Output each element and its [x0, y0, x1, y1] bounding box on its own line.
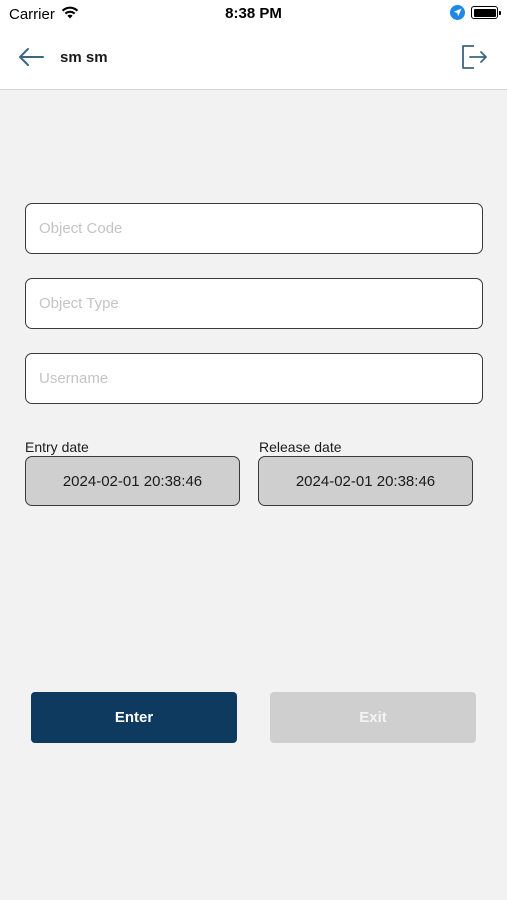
release-date-value: 2024-02-01 20:38:46 [295, 472, 436, 490]
nav-header: sm sm [0, 28, 507, 90]
logout-icon [460, 43, 488, 76]
battery-icon [471, 6, 501, 19]
status-bar: Carrier 8:38 PM [0, 0, 507, 28]
entry-date-value: 2024-02-01 20:38:46 [62, 472, 203, 490]
logout-button[interactable] [457, 42, 491, 76]
enter-button[interactable]: Enter [31, 692, 237, 743]
username-input[interactable] [25, 353, 483, 404]
exit-button[interactable]: Exit [270, 692, 476, 743]
entry-date-label: Entry date [25, 439, 89, 455]
object-type-input[interactable] [25, 278, 483, 329]
page-title: sm sm [60, 49, 108, 66]
status-right [450, 5, 501, 20]
location-arrow-icon [450, 5, 465, 20]
entry-date-picker[interactable]: 2024-02-01 20:38:46 [25, 456, 240, 506]
status-time: 8:38 PM [225, 5, 282, 22]
arrow-left-icon [17, 47, 45, 72]
back-button[interactable] [14, 44, 48, 74]
app-screen: Carrier 8:38 PM sm sm Object Code Object… [0, 0, 507, 900]
release-date-label: Release date [259, 439, 342, 455]
object-code-input[interactable] [25, 203, 483, 254]
release-date-picker[interactable]: 2024-02-01 20:38:46 [258, 456, 473, 506]
